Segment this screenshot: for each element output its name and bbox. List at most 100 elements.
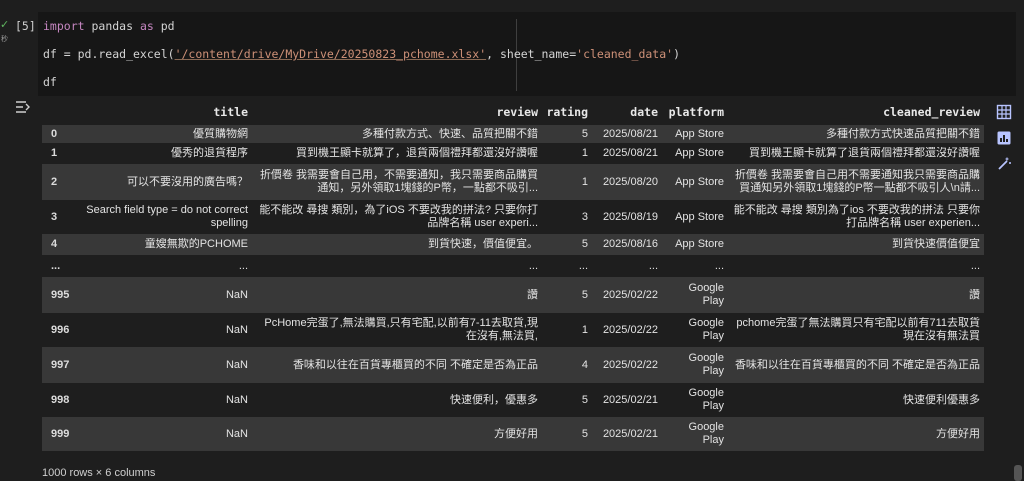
run-status[interactable]: ✓ 秒 (0, 12, 14, 43)
cell-date: 2025/08/16 (602, 238, 658, 250)
cell-index: 0 (51, 127, 58, 140)
cell-title: ... (238, 259, 248, 272)
header-platform[interactable]: platform (662, 106, 728, 119)
cell-title: 優秀的退貨程序 (171, 147, 248, 159)
header-cleaned-review[interactable]: cleaned_review (728, 106, 984, 119)
bar-chart-icon[interactable] (994, 128, 1014, 148)
cell-cleaned-review: 讚 (969, 288, 980, 301)
cell-cleaned-review: 到貨快速價值便宜 (892, 238, 980, 250)
cell-date: 2025/08/19 (602, 210, 658, 223)
header-rating[interactable]: rating (542, 106, 592, 119)
output-toolbar (994, 102, 1016, 180)
code-line-1: import pandas as pd (43, 19, 175, 33)
cell-rating: 5 (581, 427, 588, 440)
cell-rating: 5 (581, 393, 588, 406)
cell-platform: Google Play (688, 387, 724, 412)
cell-date: 2025/02/21 (602, 393, 658, 406)
cell-cleaned-review: 快速便利優惠多 (903, 393, 980, 406)
cell-platform: App Store (675, 238, 724, 250)
header-date[interactable]: date (592, 106, 662, 119)
code-line-2: df = pd.read_excel('/content/drive/MyDri… (43, 47, 681, 61)
cell-index: ... (51, 259, 61, 272)
cell-cleaned-review: pchome完蛋了無法購買只有宅配以前有711去取貨現在沒有無法買 (736, 317, 980, 342)
cell-platform: Google Play (688, 421, 724, 446)
cell-cleaned-review: 多種付款方式快速品質把關不錯 (826, 127, 980, 140)
cell-rating: 5 (581, 288, 588, 301)
cell-date: 2025/08/20 (602, 175, 658, 188)
cell-cleaned-review: 香味和以往在百貨專櫃買的不同 不確定是否為正品 (734, 358, 980, 371)
cell-rating: 3 (581, 210, 588, 223)
cell-review: 香味和以往在百貨專櫃買的不同 不確定是否為正品 (292, 358, 538, 371)
cell-title: NaN (225, 288, 248, 301)
table-row: 4 童嫂無欺的PCHOME 到貨快速，價值便宜。 5 2025/08/16 App Sto… (42, 234, 984, 255)
run-time-label: 秒 (1, 35, 8, 43)
header-review[interactable]: review (252, 106, 542, 119)
cell-platform: App Store (675, 127, 724, 140)
cell-index: 995 (51, 288, 70, 301)
cell-index: 3 (51, 210, 58, 223)
cell-review: 快速便利，優惠多 (450, 393, 538, 406)
execution-count: [5] (15, 19, 36, 33)
cell-review: ... (528, 259, 538, 272)
header-title[interactable]: title (80, 106, 252, 119)
table-row: 997 NaN 香味和以往在百貨專櫃買的不同 不確定是否為正品 4 2025/02/22… (42, 347, 984, 383)
cell-cleaned-review: 折價卷 我需要會自己用不需要通知我只需要商品購買通知另外領取1塊錢的P幣一點都不… (734, 169, 980, 194)
table-row: 998 NaN 快速便利，優惠多 5 2025/02/21 Google Play 快速便利… (42, 383, 984, 417)
cell-date: 2025/02/21 (602, 427, 658, 440)
cell-title: 童嫂無欺的PCHOME (144, 238, 248, 250)
code-editor[interactable]: import pandas as pd df = pd.read_excel('… (38, 12, 1016, 96)
table-header-row: title review rating date platform cleane… (42, 99, 984, 125)
cell-review: 能不能改 尋搜 類別，為了iOS 不要改我的拼法? 只要你打品牌名稱 user … (259, 204, 538, 229)
cell-date: 2025/08/21 (602, 147, 658, 159)
cell-rating: ... (578, 259, 588, 272)
cell-date: 2025/02/22 (602, 323, 658, 336)
table-row: ..................... (42, 255, 984, 277)
cell-review: 方便好用 (494, 427, 538, 440)
cell-rating: 5 (581, 238, 588, 250)
cell-cleaned-review: 買到機王顯卡就算了退貨兩個禮拜都還沒好讚喔 (749, 147, 980, 159)
cell-review: 折價卷 我需要會自己用，不需要通知，我只需要商品購買通知，另外領取1塊錢的P幣，… (259, 169, 538, 194)
cell-review: PcHome完蛋了,無法購買,只有宅配,以前有7-11去取貨,現在沒有,無法買, (264, 317, 538, 342)
table-row: 0 優質購物網 多種付款方式、快速、品質把關不錯 5 2025/08/21 App Sto… (42, 125, 984, 143)
cell-rating: 5 (581, 127, 588, 140)
run-success-icon: ✓ (0, 18, 10, 31)
cell-index: 996 (51, 323, 70, 336)
cell-title: NaN (225, 323, 248, 336)
cell-title: NaN (225, 358, 248, 371)
cell-platform: ... (714, 259, 724, 272)
table-row: 3 Search field type = do not correct spel… (42, 200, 984, 234)
table-shape-summary: 1000 rows × 6 columns (42, 467, 156, 479)
cell-date: 2025/02/22 (602, 288, 658, 301)
cell-index: 2 (51, 175, 58, 188)
cell-platform: Google Play (688, 282, 724, 307)
cell-rating: 1 (581, 147, 588, 159)
cell-cleaned-review: 方便好用 (936, 427, 980, 440)
table-row: 1 優秀的退貨程序 買到機王顯卡就算了，退貨兩個禮拜都還沒好讚喔 1 2025/08/2… (42, 143, 984, 164)
cell-index: 998 (51, 393, 70, 406)
table-view-icon[interactable] (994, 102, 1014, 122)
cell-cleaned-review: ... (970, 259, 980, 272)
table-row: 996 NaN PcHome完蛋了,無法購買,只有宅配,以前有7-11去取貨,現在沒… (42, 313, 984, 347)
cell-cleaned-review: 能不能改 尋搜 類別為了ios 不要改我的拼法 只要你打品牌名稱 user ex… (733, 204, 980, 229)
cell-title: NaN (225, 427, 248, 440)
magic-wand-icon[interactable] (994, 154, 1014, 174)
output-menu-icon[interactable] (14, 99, 32, 115)
cell-date: ... (648, 259, 658, 272)
cell-rating: 4 (581, 358, 588, 371)
cell-title: 可以不要沒用的廣告嗎？ (127, 175, 248, 188)
cell-date: 2025/02/22 (602, 358, 658, 371)
table-row: 999 NaN 方便好用 5 2025/02/21 Google Play 方便好用 (42, 417, 984, 451)
cell-platform: Google Play (688, 352, 724, 377)
code-line-3: df (43, 75, 57, 89)
cell-title: 優質購物網 (193, 127, 248, 140)
cell-review: 多種付款方式、快速、品質把關不錯 (362, 127, 538, 140)
cell-date: 2025/08/21 (602, 127, 658, 140)
cell-index: 1 (51, 147, 58, 159)
cell-platform: App Store (675, 210, 724, 223)
cell-platform: App Store (675, 147, 724, 159)
table-row: 2 可以不要沒用的廣告嗎？ 折價卷 我需要會自己用，不需要通知，我只需要商品購買通知… (42, 164, 984, 200)
cell-platform: Google Play (688, 317, 724, 342)
cell-review: 到貨快速，價值便宜。 (428, 238, 538, 250)
vertical-scrollbar[interactable] (1014, 465, 1022, 481)
cell-rating: 1 (581, 323, 588, 336)
